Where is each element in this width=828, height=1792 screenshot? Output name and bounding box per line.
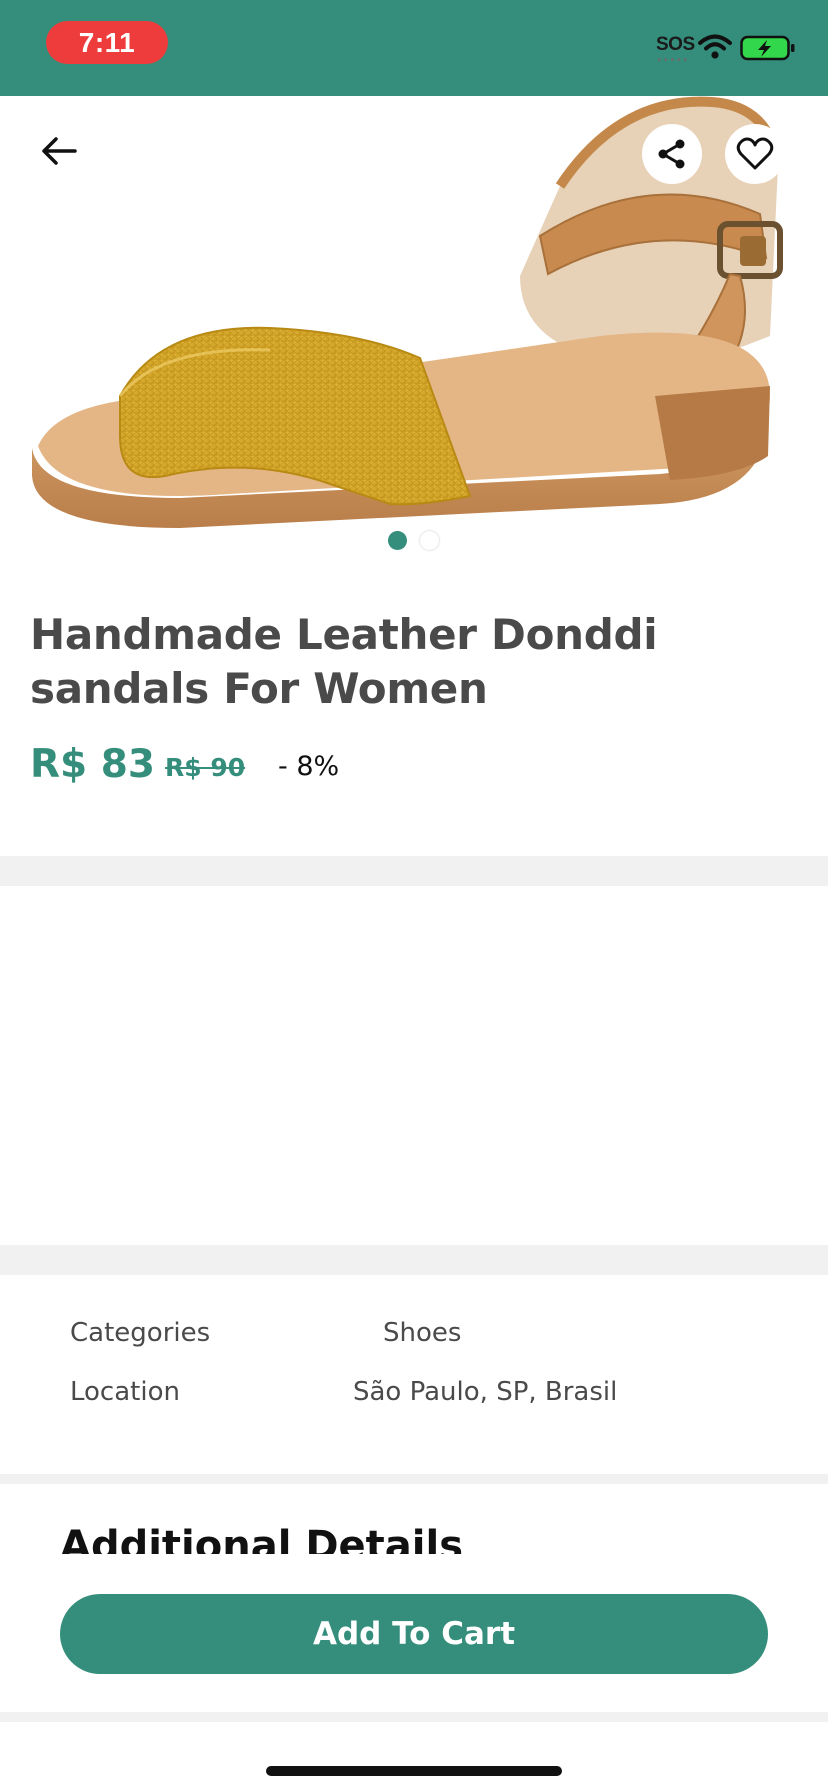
favorite-button[interactable] xyxy=(725,124,785,184)
product-old-price: R$ 90 xyxy=(165,753,246,782)
product-image-carousel[interactable] xyxy=(0,96,828,568)
section-divider xyxy=(0,1474,828,1484)
share-icon xyxy=(658,139,685,169)
add-to-cart-button[interactable]: Add To Cart xyxy=(60,1594,768,1674)
status-time[interactable]: 7:11 xyxy=(46,21,168,64)
section-divider xyxy=(0,1712,828,1722)
status-bar: 7:11 SOS xyxy=(0,0,828,96)
product-title: Handmade Leather Donddi sandals For Wome… xyxy=(30,610,658,713)
back-button[interactable] xyxy=(30,122,88,180)
wifi-icon xyxy=(698,34,732,59)
back-arrow-icon xyxy=(42,137,77,165)
share-button[interactable] xyxy=(642,124,702,184)
section-divider xyxy=(0,1245,828,1275)
info-value-categories[interactable]: Shoes xyxy=(383,1318,461,1348)
info-value-location: São Paulo, SP, Brasil xyxy=(353,1377,618,1407)
carousel-dot-active[interactable] xyxy=(388,531,407,550)
sandal-product-photo xyxy=(0,96,828,568)
carousel-dot[interactable] xyxy=(420,531,439,550)
info-label-location: Location xyxy=(70,1377,180,1407)
product-price: R$ 83 xyxy=(30,742,156,787)
battery-charging-icon xyxy=(740,35,795,61)
sos-signal-dots xyxy=(656,58,689,61)
sos-indicator: SOS xyxy=(656,34,695,55)
info-label-categories: Categories xyxy=(70,1318,211,1348)
home-indicator[interactable] xyxy=(266,1766,562,1776)
discount-badge: - 8% xyxy=(278,751,340,782)
heart-icon xyxy=(736,137,774,170)
section-divider xyxy=(0,856,828,886)
additional-details-heading: Additional Details xyxy=(60,1523,464,1554)
